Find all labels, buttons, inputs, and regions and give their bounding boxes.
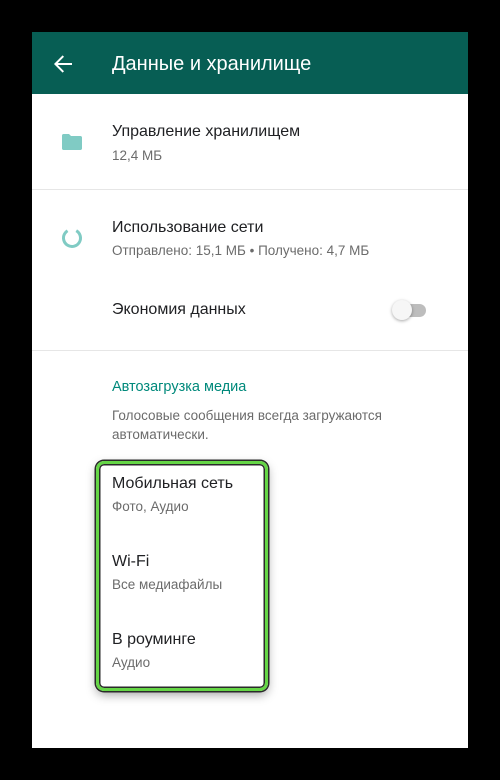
storage-management-item[interactable] [32,94,468,190]
data-saver-title: Экономия данных [112,301,246,318]
wifi-title: Wi-Fi [112,553,150,570]
data-usage-icon [60,226,84,250]
mobile-network-item[interactable] [32,464,468,540]
media-autodownload-header: Автозагрузка медиа [112,379,247,395]
screenshot-frame: Данные и хранилище Управление хранилищем… [0,0,500,780]
folder-icon [60,130,84,154]
page-title: Данные и хранилище [112,53,312,75]
roaming-title: В роуминге [112,631,196,648]
roaming-item[interactable] [32,618,468,694]
storage-management-title: Управление хранилищем [112,123,301,140]
wifi-subtitle: Все медиафайлы [112,577,223,592]
network-usage-title: Использование сети [112,219,264,236]
toggle-thumb [392,300,412,320]
roaming-subtitle: Аудио [112,655,151,670]
network-usage-stats: Отправлено: 15,1 МБ • Получено: 4,7 МБ [112,243,370,258]
settings-screen: Данные и хранилище Управление хранилищем… [32,32,468,748]
media-autodownload-description: Голосовые сообщения всегда загружаются а… [112,408,382,442]
wifi-item[interactable] [32,540,468,618]
data-saver-toggle[interactable] [390,298,430,322]
storage-size: 12,4 МБ [112,148,163,163]
mobile-network-title: Мобильная сеть [112,475,234,492]
back-button[interactable] [48,49,78,79]
mobile-network-subtitle: Фото, Аудио [112,499,189,514]
divider [32,350,468,351]
app-bar: Данные и хранилище [32,32,468,94]
arrow-back-icon [54,55,72,73]
